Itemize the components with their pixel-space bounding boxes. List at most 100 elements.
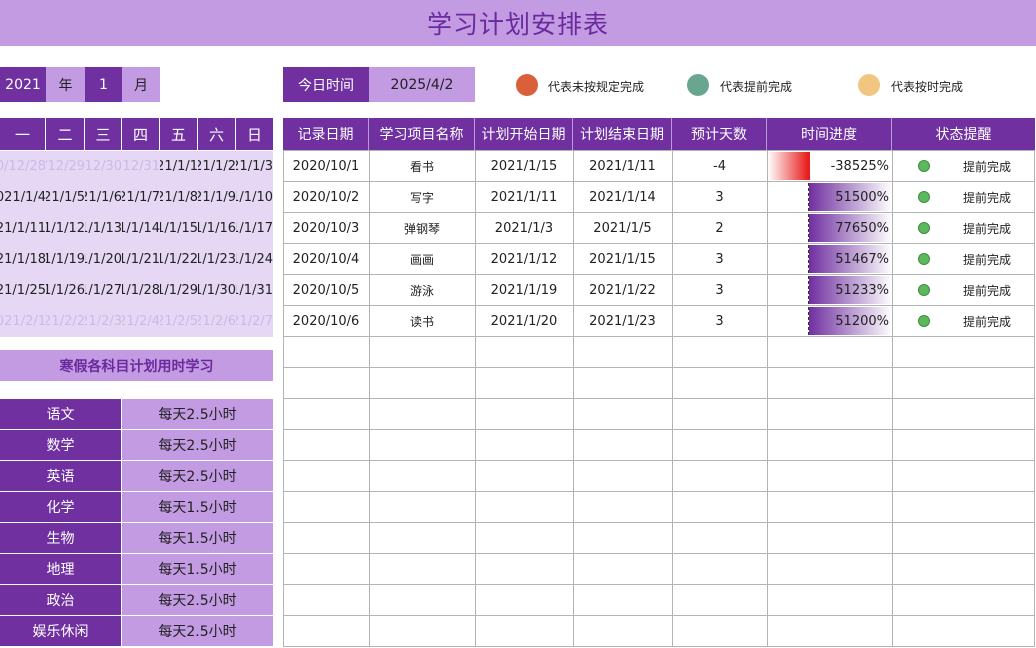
calendar-day-cell: 2020/12/30 <box>85 159 122 174</box>
green-circle-icon <box>918 315 930 327</box>
subject-name: 生物 <box>0 523 121 553</box>
year-selector[interactable]: 2021 <box>0 67 46 102</box>
column-header: 时间进度 <box>767 118 892 150</box>
table-cell-end: 2021/1/23 <box>589 313 656 329</box>
calendar-day-cell: 2021/1/26 <box>46 283 85 298</box>
legend-text-ontime: 代表按时完成 <box>891 80 964 94</box>
subject-time: 每天1.5小时 <box>122 554 273 584</box>
progress-value: 51500% <box>835 189 889 205</box>
calendar-day-cell: 2021/1/18 <box>0 252 46 267</box>
subject-time: 每天2.5小时 <box>122 461 273 491</box>
column-header: 学习项目名称 <box>369 118 475 150</box>
table-cell-record: 2020/10/1 <box>292 158 360 174</box>
subject-time: 每天1.5小时 <box>122 523 273 553</box>
month-selector[interactable]: 1 <box>85 67 122 102</box>
calendar-day-cell: 2021/1/15 <box>160 221 198 236</box>
table-row-divider <box>283 429 1035 430</box>
green-circle-icon <box>918 284 930 296</box>
calendar-day-cell: 2021/1/1 <box>160 159 198 174</box>
status-text: 提前完成 <box>962 159 1011 174</box>
progress-cell: 51200% <box>768 307 892 335</box>
progress-bar <box>768 152 810 180</box>
table-cell-record: 2020/10/3 <box>292 220 360 236</box>
table-cell-end: 2021/1/22 <box>589 282 656 298</box>
table-cell-start: 2021/1/3 <box>494 220 554 236</box>
table-cell-record: 2020/10/5 <box>292 282 360 298</box>
table-cell-days: -4 <box>713 158 726 174</box>
green-circle-icon <box>687 74 709 96</box>
progress-cell: 51500% <box>768 183 892 211</box>
green-circle-icon <box>918 160 930 172</box>
green-circle-icon <box>918 253 930 265</box>
progress-value: 51200% <box>835 313 889 329</box>
calendar-day-cell: 2021/1/29 <box>160 283 198 298</box>
red-circle-icon <box>516 74 538 96</box>
progress-cell: 77650% <box>768 214 892 242</box>
study-plan-table: 记录日期 学习项目名称 计划开始日期 计划结束日期 预计天数 时间进度 状态提醒… <box>283 118 1035 647</box>
calendar-day-cell: 2021/1/2 <box>198 159 236 174</box>
calendar-day-cell: 2021/1/3 <box>236 159 273 174</box>
calendar-day-cell: 2021/1/17 <box>236 221 273 236</box>
calendar-day-cell: 2021/1/23 <box>198 252 236 267</box>
table-cell-end: 2021/1/15 <box>589 251 656 267</box>
progress-value: -38525% <box>830 158 889 174</box>
weekday-header: 三 <box>85 118 122 150</box>
page-title: 学习计划安排表 <box>0 0 1036 46</box>
table-cell-days: 2 <box>715 220 724 236</box>
table-cell-days: 3 <box>715 313 724 329</box>
table-row-divider <box>283 460 1035 461</box>
calendar-day-cell: 2021/1/6 <box>85 190 122 205</box>
year-label: 年 <box>46 67 85 102</box>
table-cell-start: 2021/1/19 <box>490 282 558 298</box>
calendar-day-cell: 2021/1/21 <box>122 252 160 267</box>
progress-value: 51233% <box>835 282 889 298</box>
calendar-day-cell: 2021/2/5 <box>160 314 198 329</box>
status-text: 提前完成 <box>962 283 1011 298</box>
green-circle-icon <box>918 222 930 234</box>
table-row-divider <box>283 646 1035 647</box>
status-text: 提前完成 <box>962 190 1011 205</box>
calendar-day-cell: 2021/1/16 <box>198 221 236 236</box>
calendar-day-cell: 2021/2/4 <box>122 314 160 329</box>
calendar-day-cell: 2021/1/25 <box>0 283 46 298</box>
weekday-header: 五 <box>160 118 198 150</box>
table-column-divider <box>892 150 893 646</box>
column-header: 记录日期 <box>283 118 369 150</box>
weekday-header: 一 <box>0 118 46 150</box>
column-header: 状态提醒 <box>892 118 1035 150</box>
legend-text-early: 代表提前完成 <box>720 80 793 94</box>
calendar-day-cell: 2021/1/9 <box>198 190 236 205</box>
subject-time: 每天2.5小时 <box>122 430 273 460</box>
table-cell-start: 2021/1/15 <box>490 158 558 174</box>
column-header: 计划开始日期 <box>475 118 573 150</box>
calendar-day-cell: 2020/12/31 <box>122 159 160 174</box>
status-text: 提前完成 <box>962 252 1011 267</box>
status-text: 提前完成 <box>962 314 1011 329</box>
subject-time: 每天2.5小时 <box>122 585 273 615</box>
progress-cell: 51467% <box>768 245 892 273</box>
subject-time: 每天2.5小时 <box>122 616 273 646</box>
table-row-divider <box>283 522 1035 523</box>
table-cell-record: 2020/10/2 <box>292 189 360 205</box>
calendar-day-cell: 2021/1/13 <box>85 221 122 236</box>
table-row-divider <box>283 336 1035 337</box>
calendar-day-cell: 2021/1/24 <box>236 252 273 267</box>
calendar-grid: 2020/12/282020/12/292020/12/302020/12/31… <box>0 151 273 337</box>
subject-name: 娱乐休闲 <box>0 616 121 646</box>
table-cell-days: 3 <box>715 189 724 205</box>
table-row-divider <box>283 491 1035 492</box>
table-column-divider <box>1034 150 1035 646</box>
calendar-day-cell: 2021/1/19 <box>46 252 85 267</box>
table-row-divider <box>283 584 1035 585</box>
calendar-day-cell: 2021/2/6 <box>198 314 236 329</box>
progress-value: 77650% <box>835 220 889 236</box>
table-cell-project: 写字 <box>409 190 434 205</box>
table-cell-record: 2020/10/6 <box>292 313 360 329</box>
calendar-day-cell: 2021/1/30 <box>198 283 236 298</box>
progress-cell: 51233% <box>768 276 892 304</box>
calendar-day-cell: 2020/12/28 <box>0 159 46 174</box>
calendar-day-cell: 2021/1/27 <box>85 283 122 298</box>
table-cell-end: 2021/1/14 <box>589 189 656 205</box>
calendar-day-cell: 2021/2/7 <box>236 314 273 329</box>
subject-name: 地理 <box>0 554 121 584</box>
